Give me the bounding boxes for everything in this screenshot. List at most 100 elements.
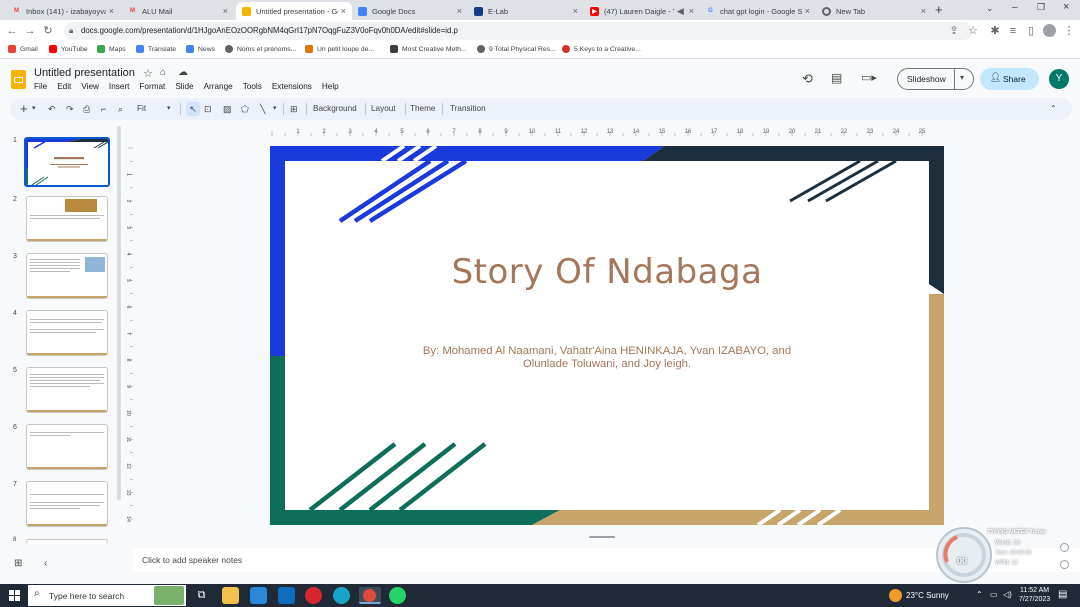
- mail-icon[interactable]: [278, 587, 295, 604]
- browser-tab[interactable]: ▶ (47) Lauren Daigle - Yo...◀×: [584, 2, 700, 20]
- volume-icon[interactable]: ◁): [1003, 590, 1012, 599]
- filmstrip-scrollbar[interactable]: [117, 126, 121, 500]
- shape-icon[interactable]: ⬠: [241, 102, 249, 116]
- bookmark-noms[interactable]: Noms et prénoms...: [225, 45, 296, 53]
- collapse-filmstrip-icon[interactable]: ‹: [44, 558, 47, 569]
- line-icon[interactable]: ╲: [260, 102, 265, 116]
- menu-arrange[interactable]: Arrange: [204, 82, 233, 91]
- share-page-icon[interactable]: ⇪: [947, 24, 961, 38]
- windows-start-icon[interactable]: [9, 590, 20, 601]
- menu-file[interactable]: File: [34, 82, 47, 91]
- mute-tab-icon[interactable]: ◀: [677, 6, 684, 17]
- opera-icon[interactable]: [305, 587, 322, 604]
- forward-icon[interactable]: →: [23, 24, 37, 38]
- notifications-icon[interactable]: ▤: [1058, 589, 1067, 600]
- browser-tab[interactable]: G chat gpt login - Google Se...×: [700, 2, 816, 20]
- bookmark-physical[interactable]: 9 Total Physical Res...: [477, 45, 556, 53]
- browser-tab[interactable]: New Tab ×: [816, 2, 932, 20]
- edge-icon[interactable]: [333, 587, 350, 604]
- print-icon[interactable]: ⎙: [83, 102, 90, 116]
- document-title[interactable]: Untitled presentation: [34, 67, 135, 79]
- bookmark-keys[interactable]: 5 Keys to a Creative...: [562, 45, 641, 53]
- store-icon[interactable]: [250, 587, 267, 604]
- browser-tab[interactable]: M ALU Mail ×: [122, 2, 234, 20]
- zoom-select[interactable]: Fit: [137, 103, 146, 115]
- close-tab-icon[interactable]: ×: [573, 6, 578, 16]
- close-tab-icon[interactable]: ×: [341, 6, 346, 16]
- slide-thumbnail-5[interactable]: [26, 367, 108, 413]
- file-explorer-icon[interactable]: [222, 587, 239, 604]
- star-icon[interactable]: ☆: [143, 67, 153, 80]
- bookmark-star-icon[interactable]: ☆: [966, 24, 980, 38]
- menu-format[interactable]: Format: [139, 82, 165, 91]
- select-cursor-icon[interactable]: ↖: [186, 102, 200, 116]
- slideshow-button[interactable]: Slideshow ▾: [897, 68, 974, 90]
- settings-icon[interactable]: [1060, 560, 1069, 569]
- browser-tab[interactable]: Google Docs ×: [352, 2, 468, 20]
- share-button[interactable]: 👤︎ Share: [980, 68, 1039, 90]
- new-slide-icon[interactable]: +: [20, 102, 28, 115]
- chevron-down-icon[interactable]: ▾: [273, 102, 277, 116]
- slide-thumbnail-6[interactable]: [26, 424, 108, 470]
- whatsapp-icon[interactable]: [389, 587, 406, 604]
- account-avatar[interactable]: Y: [1049, 69, 1069, 89]
- menu-edit[interactable]: Edit: [57, 82, 71, 91]
- task-view-icon[interactable]: ⧉: [193, 587, 210, 604]
- slide-canvas[interactable]: Story Of Ndabaga By: Mohamed Al Naamani,…: [270, 146, 944, 525]
- slide-thumbnail-2[interactable]: [26, 196, 108, 242]
- browser-tab[interactable]: M Inbox (141) - izabayoyvan...×: [6, 2, 120, 20]
- slide-thumbnail-4[interactable]: [26, 310, 108, 356]
- close-tab-icon[interactable]: ×: [109, 6, 114, 16]
- profile-avatar[interactable]: [1043, 24, 1056, 37]
- close-window-button[interactable]: ×: [1063, 1, 1069, 13]
- clock[interactable]: 11:52 AM 7/27/2023: [1019, 586, 1050, 604]
- network-icon[interactable]: ▭: [990, 590, 998, 599]
- pause-icon[interactable]: [1060, 543, 1069, 552]
- cloud-status-icon[interactable]: ☁: [178, 67, 188, 78]
- bookmark-gmail[interactable]: Gmail: [8, 45, 38, 53]
- comments-icon[interactable]: ▤: [831, 71, 842, 85]
- paint-format-icon[interactable]: ⌐: [101, 102, 106, 116]
- browser-tab-active[interactable]: Untitled presentation - Go...×: [236, 2, 352, 20]
- layout-button[interactable]: Layout: [371, 103, 396, 115]
- menu-slide[interactable]: Slide: [175, 82, 193, 91]
- slide-thumbnail-3[interactable]: [26, 253, 108, 299]
- bookmark-news[interactable]: News: [186, 45, 215, 53]
- new-tab-button[interactable]: +: [935, 3, 943, 17]
- undo-icon[interactable]: ↶: [48, 102, 56, 116]
- close-tab-icon[interactable]: ×: [805, 6, 810, 16]
- typing-meter-widget[interactable]: 00 TYPING METER Today Words: 30 Time: 00…: [935, 526, 1075, 584]
- comment-add-icon[interactable]: ⊞: [290, 102, 298, 116]
- grid-view-icon[interactable]: ⊞: [14, 558, 22, 569]
- slide-thumbnail-1[interactable]: [24, 137, 110, 187]
- bookmark-youtube[interactable]: YouTube: [49, 45, 88, 53]
- close-tab-icon[interactable]: ×: [921, 6, 926, 16]
- menu-tools[interactable]: Tools: [243, 82, 262, 91]
- meet-icon[interactable]: ▭▸: [861, 71, 877, 84]
- tray-chevron-icon[interactable]: ⌃: [976, 590, 983, 599]
- bookmark-maps[interactable]: Maps: [97, 45, 126, 53]
- browser-tab[interactable]: E-Lab ×: [468, 2, 584, 20]
- restore-button[interactable]: ❐: [1037, 2, 1045, 13]
- zoom-icon[interactable]: ⌕: [118, 102, 123, 116]
- slide-thumbnail-7[interactable]: [26, 481, 108, 527]
- tab-search-icon[interactable]: ⌄: [986, 3, 994, 14]
- menu-help[interactable]: Help: [322, 82, 339, 91]
- collapse-toolbar-icon[interactable]: ⌃: [1050, 102, 1057, 116]
- reading-list-icon[interactable]: ≡: [1006, 24, 1020, 38]
- menu-insert[interactable]: Insert: [109, 82, 129, 91]
- chevron-down-icon[interactable]: ▾: [960, 73, 964, 82]
- close-tab-icon[interactable]: ×: [689, 6, 694, 16]
- slide-thumbnail-8[interactable]: [26, 539, 108, 544]
- bookmark-creative[interactable]: Most Creative Meth...: [390, 45, 467, 53]
- slides-logo-icon[interactable]: [11, 70, 26, 89]
- weather-label[interactable]: 23°C Sunny: [906, 591, 949, 600]
- taskbar-search-box[interactable]: ⌕ Type here to search: [28, 585, 186, 606]
- transition-button[interactable]: Transition: [450, 103, 486, 115]
- redo-icon[interactable]: ↷: [66, 102, 74, 116]
- menu-view[interactable]: View: [81, 82, 99, 91]
- bookmark-translate[interactable]: Translate: [136, 45, 176, 53]
- reload-icon[interactable]: ↻: [41, 24, 55, 38]
- move-icon[interactable]: ⌂: [160, 67, 166, 78]
- bookmark-loupe[interactable]: Un petit loupe de...: [305, 45, 374, 53]
